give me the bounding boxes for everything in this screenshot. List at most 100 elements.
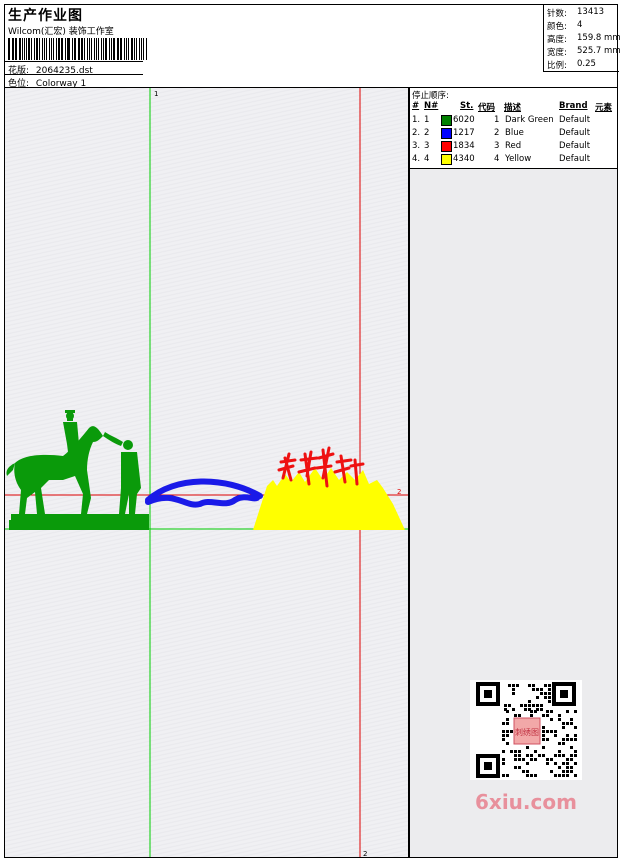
height-label: 高度: (547, 35, 567, 45)
qr-module (512, 688, 515, 691)
qr-module (574, 750, 577, 753)
barcode-bar (139, 38, 141, 60)
barcode-bar (71, 38, 73, 60)
qr-module (514, 750, 517, 753)
barcode-bar (142, 38, 145, 60)
table-row: 1. 1 6020 1 Dark Green Default (410, 115, 617, 128)
qr-module (518, 754, 521, 757)
qr-module (506, 722, 509, 725)
qr-module (570, 766, 573, 769)
qr-module (558, 718, 561, 721)
color-swatch (441, 154, 452, 165)
row-brand: Default (559, 115, 591, 125)
qr-module (542, 734, 545, 737)
qr-module (566, 762, 569, 765)
qr-module (542, 726, 545, 729)
qr-module (506, 730, 509, 733)
qr-module (550, 730, 553, 733)
divider (5, 61, 143, 62)
qr-module (536, 704, 539, 707)
qr-module (562, 722, 565, 725)
row-index: 4. (412, 154, 421, 164)
qr-module (514, 766, 517, 769)
qr-module (502, 750, 505, 753)
color-count-value: 4 (577, 20, 583, 30)
qr-module (574, 754, 577, 757)
company-name: Wilcom(汇宏) 装饰工作室 (8, 27, 114, 37)
qr-module (538, 754, 541, 757)
barcode-bar (96, 38, 98, 60)
qr-module (502, 734, 505, 737)
qr-module (510, 750, 513, 753)
table-row: 4. 4 4340 4 Yellow Default (410, 154, 617, 167)
qr-module (562, 754, 565, 757)
barcode-bar (30, 38, 33, 60)
row-brand: Default (559, 154, 591, 164)
qr-module (512, 708, 515, 711)
qr-module (510, 730, 513, 733)
stop-sequence-table: 停止顺序: # N# St. 代码 描述 Brand 元素 1. 1 6020 … (410, 88, 617, 169)
qr-module (504, 708, 507, 711)
stamp-seal-text: 刺绣图 (515, 727, 539, 737)
row-index: 3. (412, 141, 421, 151)
qr-module (528, 684, 531, 687)
row-index: 2. (412, 128, 421, 138)
qr-module (548, 692, 551, 695)
barcode-bar (116, 38, 118, 60)
barcode-bar (46, 38, 48, 60)
row-stitches: 4340 (453, 154, 475, 164)
qr-module (518, 750, 521, 753)
qr-module (570, 746, 573, 749)
qr-module (536, 708, 539, 711)
qr-module (502, 758, 505, 761)
col-header-code: 代码 (478, 103, 496, 113)
barcode-bar (146, 38, 148, 60)
qr-module (554, 730, 557, 733)
design-preview: 1 2 2 (5, 88, 408, 857)
barcode-bar (61, 38, 63, 60)
width-value: 525.7 mm (577, 46, 620, 56)
qr-module (548, 696, 551, 699)
qr-module (558, 750, 561, 753)
barcode-bar (34, 38, 36, 60)
barcode-bar (68, 38, 70, 60)
qr-module (548, 688, 551, 691)
stitch-count-label: 针数: (547, 9, 567, 19)
qr-module (542, 714, 545, 717)
barcode-bar (21, 38, 23, 60)
row-desc: Red (505, 141, 522, 151)
barcode-bar (133, 38, 135, 60)
row-desc: Yellow (505, 154, 532, 164)
qr-module (506, 774, 509, 777)
yellow-mound-shape (253, 468, 405, 530)
qr-module (536, 696, 539, 699)
design-canvas[interactable]: 1 2 2 (4, 88, 409, 858)
barcode-bar (42, 38, 43, 60)
barcode-bar (18, 38, 21, 60)
barcode-bar (80, 38, 83, 60)
qr-module (566, 710, 569, 713)
qr-module (546, 758, 549, 761)
qr-module (518, 766, 521, 769)
qr-module (526, 762, 529, 765)
barcode-bar (130, 38, 133, 60)
qr-module (514, 714, 517, 717)
qr-module (550, 718, 553, 721)
scale-value: 0.25 (577, 59, 596, 69)
qr-module (526, 770, 529, 773)
barcode-bar (91, 38, 92, 60)
qr-module (570, 722, 573, 725)
qr-module (540, 708, 543, 711)
watermark-text: 6xiu.com (475, 790, 577, 814)
qr-module (542, 738, 545, 741)
qr-module (544, 692, 547, 695)
qr-module (570, 738, 573, 741)
qr-module (566, 758, 569, 761)
qr-module (516, 684, 519, 687)
qr-module (526, 746, 529, 749)
qr-module (566, 766, 569, 769)
table-row: 3. 3 1834 3 Red Default (410, 141, 617, 154)
qr-module (518, 714, 521, 717)
barcode-bar (141, 38, 142, 60)
qr-module (562, 726, 565, 729)
